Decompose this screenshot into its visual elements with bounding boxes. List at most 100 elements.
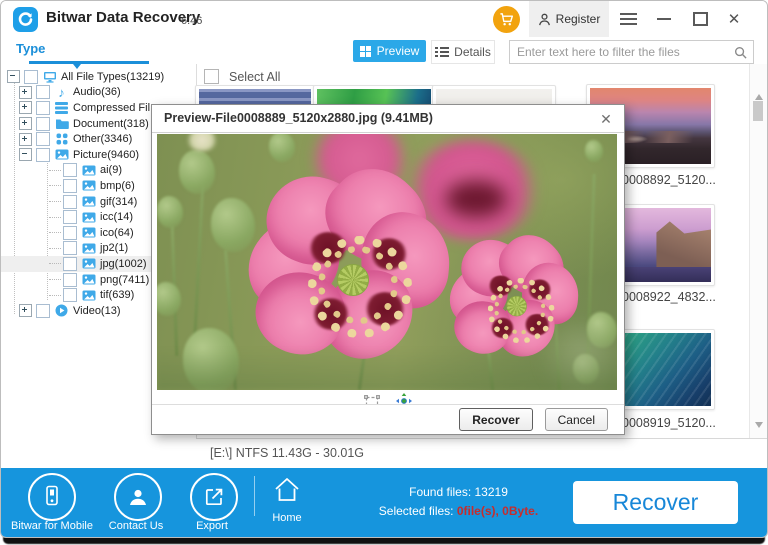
seed-pod [269, 134, 295, 162]
app-window: Bitwar Data Recovery 6.46 Register ✕ Typ… [0, 0, 768, 538]
checkbox[interactable] [36, 148, 50, 162]
folder-icon [54, 117, 69, 130]
tree-item-label: Audio(36) [73, 86, 121, 98]
poppy-flower-large [252, 186, 452, 371]
seed-pod [157, 196, 183, 228]
selected-files-text: Selected files: 0file(s), 0Byte. [331, 502, 586, 521]
modal-recover-button[interactable]: Recover [459, 408, 532, 431]
scroll-up-icon[interactable] [755, 90, 763, 100]
picture-icon [81, 289, 96, 302]
picture-icon [81, 226, 96, 239]
tree-item-label: jp2(1) [100, 242, 128, 254]
maximize-button[interactable] [685, 1, 715, 37]
checkbox[interactable] [24, 70, 38, 84]
picture-icon [81, 195, 96, 208]
checkbox[interactable] [63, 273, 77, 287]
scrollbar-thumb[interactable] [753, 101, 763, 121]
other-files-icon [54, 133, 69, 146]
picture-icon [81, 273, 96, 286]
filter-search-box [509, 40, 754, 64]
poppy-flower-small [452, 246, 580, 364]
found-files-text: Found files: 13219 [331, 483, 586, 502]
checkbox[interactable] [63, 179, 77, 193]
tree-item-label: Other(3346) [73, 133, 132, 145]
scrollbar[interactable] [749, 64, 767, 438]
tree-item-label: ai(9) [100, 164, 122, 176]
checkbox[interactable] [63, 163, 77, 177]
export-button[interactable] [190, 473, 238, 521]
bitwar-for-mobile-label[interactable]: Bitwar for Mobile [6, 520, 98, 532]
close-icon: ✕ [728, 10, 741, 28]
expand-icon[interactable] [19, 304, 32, 317]
modal-title-bar: Preview-File0008889_5120x2880.jpg (9.41M… [152, 105, 624, 133]
tree-item-label: Document(318) [73, 118, 149, 130]
register-button[interactable]: Register [529, 1, 609, 37]
picture-icon [81, 242, 96, 255]
checkbox[interactable] [36, 132, 50, 146]
recover-main-button[interactable]: Recover [573, 481, 738, 524]
contact-person-icon [127, 486, 149, 508]
app-logo-icon [13, 7, 38, 32]
bitwar-for-mobile-button[interactable] [28, 473, 76, 521]
minimize-button[interactable] [649, 1, 679, 37]
export-label[interactable]: Export [182, 520, 242, 532]
video-icon [54, 304, 69, 317]
drive-info: [E:\] NTFS 11.43G - 30.01G [210, 446, 364, 460]
poppy-photo [157, 134, 617, 390]
tab-type[interactable]: Type [16, 41, 45, 56]
checkbox[interactable] [63, 210, 77, 224]
preview-label: Preview [377, 44, 420, 58]
select-all-checkbox[interactable] [204, 69, 219, 84]
checkbox[interactable] [63, 226, 77, 240]
checkbox[interactable] [36, 101, 50, 115]
expand-icon[interactable] [19, 86, 32, 99]
search-icon[interactable] [734, 46, 747, 59]
preview-image [157, 134, 617, 390]
collapse-icon[interactable] [7, 70, 20, 83]
register-label: Register [556, 12, 601, 26]
home-label[interactable]: Home [264, 512, 310, 524]
details-toggle-button[interactable]: Details [431, 40, 495, 64]
purchase-cart-button[interactable] [493, 6, 520, 33]
tree-item-label: jpg(1002) [100, 258, 146, 270]
tree-item-label: png(7411) [100, 274, 149, 286]
select-all-label: Select All [229, 70, 280, 84]
select-all-row: Select All [204, 69, 280, 84]
picture-icon [54, 148, 69, 161]
picture-icon [81, 211, 96, 224]
seed-pod [211, 198, 255, 252]
checkbox[interactable] [63, 288, 77, 302]
modal-close-button[interactable]: ✕ [596, 109, 616, 129]
contact-us-label[interactable]: Contact Us [96, 520, 176, 532]
seed-pod [585, 140, 603, 162]
checkbox[interactable] [63, 195, 77, 209]
checkbox[interactable] [63, 257, 77, 271]
hamburger-icon [620, 13, 637, 25]
checkbox[interactable] [36, 117, 50, 131]
modal-cancel-button[interactable]: Cancel [545, 408, 608, 431]
bottom-action-bar: Bitwar for Mobile Contact Us Export Home… [1, 468, 767, 537]
tree-item-label: bmp(6) [100, 180, 135, 192]
expand-icon[interactable] [19, 133, 32, 146]
close-button[interactable]: ✕ [719, 1, 749, 37]
tree-item-label: tif(639) [100, 289, 134, 301]
collapse-icon[interactable] [19, 148, 32, 161]
scroll-down-icon[interactable] [755, 422, 763, 432]
seed-pod [157, 282, 181, 316]
app-version: 6.46 [181, 15, 202, 27]
checkbox[interactable] [36, 85, 50, 99]
tree-item-all-file-types[interactable]: All File Types(13219) [1, 69, 196, 85]
home-button[interactable] [272, 476, 302, 504]
home-icon [272, 476, 302, 504]
search-input[interactable] [510, 45, 734, 59]
tree-item-audio[interactable]: Audio(36) [1, 85, 196, 101]
preview-toggle-button[interactable]: Preview [353, 40, 426, 62]
expand-icon[interactable] [19, 101, 32, 114]
menu-button[interactable] [613, 1, 643, 37]
preview-modal: Preview-File0008889_5120x2880.jpg (9.41M… [151, 104, 625, 435]
contact-us-button[interactable] [114, 473, 162, 521]
expand-icon[interactable] [19, 117, 32, 130]
checkbox[interactable] [63, 241, 77, 255]
checkbox[interactable] [36, 304, 50, 318]
picture-icon [81, 179, 96, 192]
